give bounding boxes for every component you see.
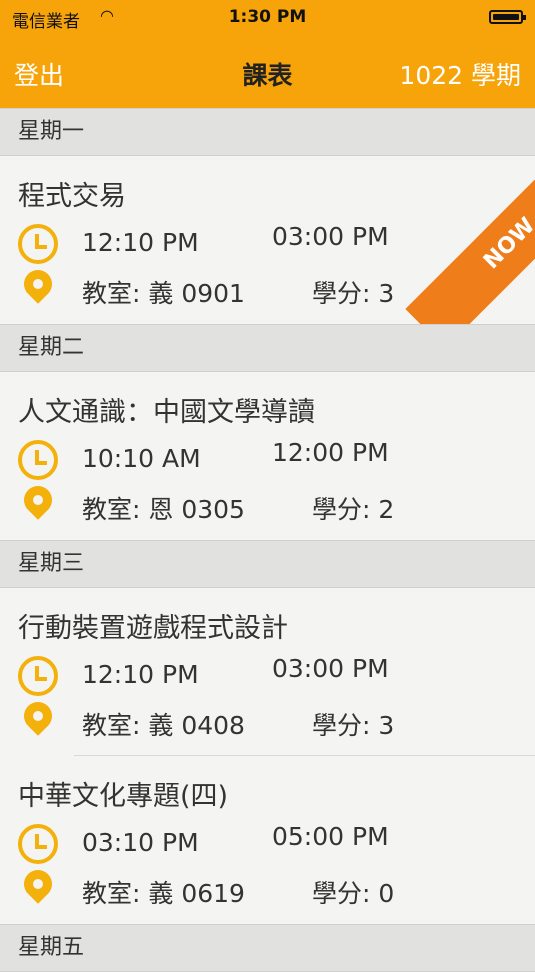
section-header-tuesday: 星期二 xyxy=(0,324,535,372)
clock-icon xyxy=(18,824,58,864)
course-cell[interactable]: 中華文化專題(四) 03:10 PM 05:00 PM 教室: 義 0619 學… xyxy=(0,756,535,924)
course-end-time: 05:00 PM xyxy=(272,822,389,851)
course-name: 人文通識：中國文學導讀 xyxy=(18,397,315,428)
location-pin-icon xyxy=(18,480,58,520)
course-cell[interactable]: 行動裝置遊戲程式設計 12:10 PM 03:00 PM 教室: 義 0408 … xyxy=(0,588,535,756)
course-credit: 學分: 3 xyxy=(312,279,395,308)
now-badge: NOW xyxy=(405,156,535,324)
course-end-time: 03:00 PM xyxy=(272,654,389,683)
course-end-time: 03:00 PM xyxy=(272,222,389,251)
course-cell[interactable]: 程式交易 12:10 PM 03:00 PM 教室: 義 0901 學分: 3 … xyxy=(0,156,535,324)
battery-icon xyxy=(489,10,526,24)
course-room: 教室: 恩 0305 xyxy=(82,495,245,524)
term-button[interactable]: 1022 學期 xyxy=(399,56,521,92)
course-room: 教室: 義 0901 xyxy=(82,279,245,308)
course-credit: 學分: 2 xyxy=(312,495,395,524)
schedule-list[interactable]: 星期一 程式交易 12:10 PM 03:00 PM 教室: 義 0901 學分… xyxy=(0,108,535,972)
section-header-wednesday: 星期三 xyxy=(0,540,535,588)
now-ribbon: NOW xyxy=(400,156,535,324)
location-pin-icon xyxy=(18,864,58,904)
clock-icon xyxy=(18,440,58,480)
course-start-time: 12:10 PM xyxy=(82,660,199,689)
course-room: 教室: 義 0408 xyxy=(82,711,245,740)
location-pin-icon xyxy=(18,696,58,736)
course-name: 行動裝置遊戲程式設計 xyxy=(18,613,288,644)
course-credit: 學分: 0 xyxy=(312,879,395,908)
course-cell[interactable]: 人文通識：中國文學導讀 10:10 AM 12:00 PM 教室: 恩 0305… xyxy=(0,372,535,540)
course-start-time: 03:10 PM xyxy=(82,828,199,857)
status-time: 1:30 PM xyxy=(228,7,307,27)
section-header-friday: 星期五 xyxy=(0,924,535,972)
course-start-time: 10:10 AM xyxy=(82,444,201,473)
location-pin-icon xyxy=(18,264,58,304)
nav-bar: 登出 課表 1022 學期 xyxy=(0,36,535,108)
course-end-time: 12:00 PM xyxy=(272,438,389,467)
course-name: 中華文化專題(四) xyxy=(18,781,229,812)
course-room: 教室: 義 0619 xyxy=(82,879,245,908)
section-header-monday: 星期一 xyxy=(0,108,535,156)
course-credit: 學分: 3 xyxy=(312,711,395,740)
course-start-time: 12:10 PM xyxy=(82,228,199,257)
clock-icon xyxy=(18,656,58,696)
status-bar: 電信業者 ◠ 1:30 PM xyxy=(0,0,535,36)
course-name: 程式交易 xyxy=(18,181,126,212)
clock-icon xyxy=(18,224,58,264)
